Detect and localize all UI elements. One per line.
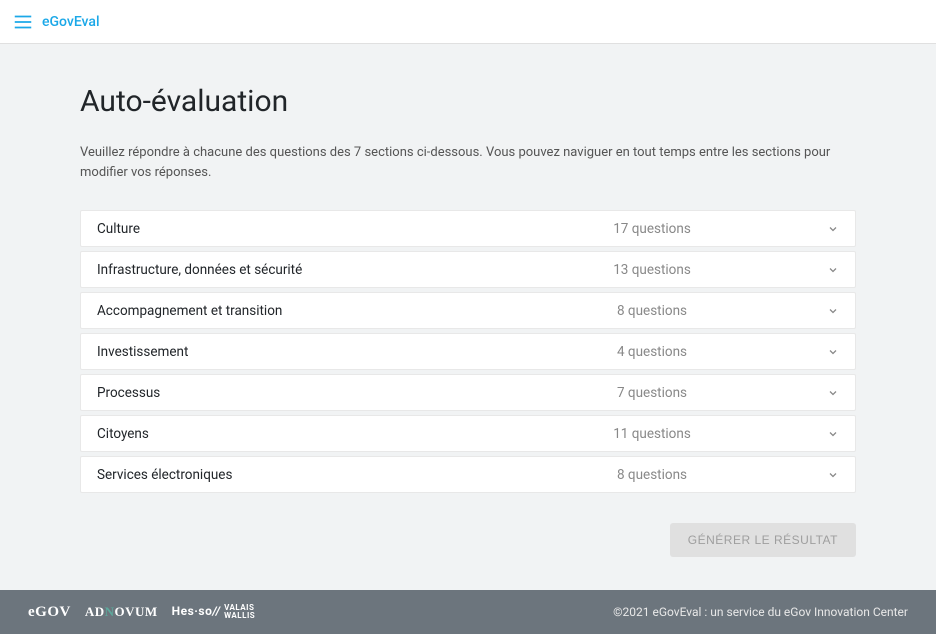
section-investissement[interactable]: Investissement 4 questions — [80, 333, 856, 370]
sections-list: Culture 17 questions Infrastructure, don… — [80, 210, 856, 493]
logo-valais: VALAIS WALLIS — [224, 604, 255, 620]
footer-copyright: ©2021 eGovEval : un service du eGov Inno… — [613, 605, 908, 619]
app-footer: eGOV ADNOVUM Hes·so// VALAIS WALLIS ©202… — [0, 590, 936, 634]
footer-logos: eGOV ADNOVUM Hes·so// VALAIS WALLIS — [28, 604, 255, 621]
section-count: 8 questions — [477, 467, 827, 483]
chevron-down-icon — [827, 305, 839, 317]
page-description: Veuillez répondre à chacune des question… — [80, 143, 856, 182]
section-label: Infrastructure, données et sécurité — [97, 262, 477, 278]
chevron-down-icon — [827, 469, 839, 481]
page-title: Auto-évaluation — [80, 84, 856, 119]
section-count: 8 questions — [477, 303, 827, 319]
section-count: 17 questions — [477, 221, 827, 237]
section-label: Citoyens — [97, 426, 477, 442]
section-count: 4 questions — [477, 344, 827, 360]
chevron-down-icon — [827, 223, 839, 235]
section-count: 13 questions — [477, 262, 827, 278]
logo-adnovum: ADNOVUM — [85, 604, 158, 620]
section-count: 7 questions — [477, 385, 827, 401]
section-label: Processus — [97, 385, 477, 401]
section-accompagnement[interactable]: Accompagnement et transition 8 questions — [80, 292, 856, 329]
section-culture[interactable]: Culture 17 questions — [80, 210, 856, 247]
main-content: Auto-évaluation Veuillez répondre à chac… — [0, 44, 936, 577]
section-citoyens[interactable]: Citoyens 11 questions — [80, 415, 856, 452]
app-title[interactable]: eGovEval — [42, 14, 100, 30]
section-processus[interactable]: Processus 7 questions — [80, 374, 856, 411]
chevron-down-icon — [827, 428, 839, 440]
chevron-down-icon — [827, 387, 839, 399]
generate-result-button[interactable]: GÉNÉRER LE RÉSULTAT — [670, 523, 856, 557]
app-header: eGovEval — [0, 0, 936, 44]
chevron-down-icon — [827, 264, 839, 276]
section-infrastructure[interactable]: Infrastructure, données et sécurité 13 q… — [80, 251, 856, 288]
section-label: Culture — [97, 221, 477, 237]
actions-bar: GÉNÉRER LE RÉSULTAT — [80, 523, 856, 557]
menu-icon[interactable] — [12, 11, 34, 33]
section-services-electroniques[interactable]: Services électroniques 8 questions — [80, 456, 856, 493]
section-count: 11 questions — [477, 426, 827, 442]
section-label: Accompagnement et transition — [97, 303, 477, 319]
section-label: Investissement — [97, 344, 477, 360]
logo-egov: eGOV — [28, 604, 71, 621]
section-label: Services électroniques — [97, 467, 477, 483]
logo-hesso: Hes·so// VALAIS WALLIS — [172, 604, 256, 620]
chevron-down-icon — [827, 346, 839, 358]
